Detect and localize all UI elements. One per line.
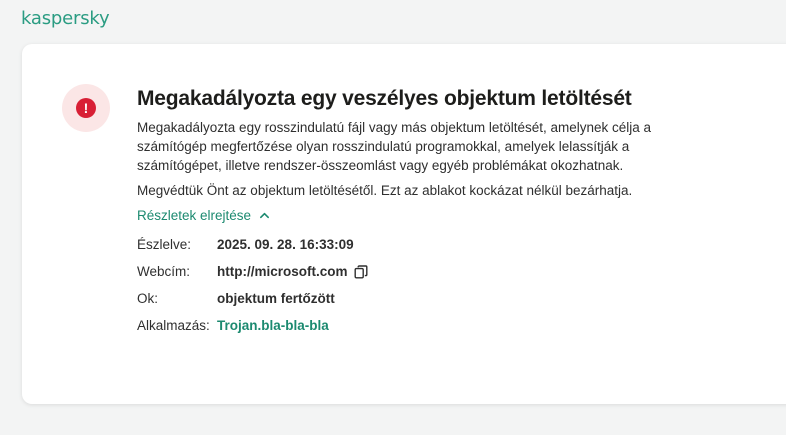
reason-row: Ok: objektum fertőzött	[137, 285, 697, 312]
url-label: Webcím:	[137, 264, 191, 279]
hide-details-label: Részletek elrejtése	[137, 208, 252, 223]
detected-row: Észlelve: 2025. 09. 28. 16:33:09	[137, 231, 697, 258]
application-label: Alkalmazás:	[137, 318, 210, 333]
chevron-up-icon	[260, 212, 270, 219]
alert-content: Megakadályozta egy veszélyes objektum le…	[137, 86, 697, 339]
kaspersky-logo: kaspersky	[21, 8, 110, 29]
alert-description: Megakadályozta egy rosszindulatú fájl va…	[137, 120, 652, 173]
reason-label: Ok:	[137, 291, 159, 306]
reason-value: objektum fertőzött	[217, 291, 335, 306]
alert-title: Megakadályozta egy veszélyes objektum le…	[137, 87, 632, 110]
details-list: Észlelve: 2025. 09. 28. 16:33:09 Webcím:…	[137, 231, 697, 339]
url-row: Webcím: http://microsoft.com	[137, 258, 697, 285]
application-link[interactable]: Trojan.bla-bla-bla	[217, 318, 329, 333]
detected-value: 2025. 09. 28. 16:33:09	[217, 237, 354, 252]
application-row: Alkalmazás: Trojan.bla-bla-bla	[137, 312, 697, 339]
protected-message: Megvédtük Önt az objektum letöltésétől. …	[137, 183, 633, 198]
detected-label: Észlelve:	[137, 237, 192, 252]
alert-card: ! Megakadályozta egy veszélyes objektum …	[22, 44, 786, 404]
exclamation-icon: !	[76, 98, 96, 118]
copy-icon[interactable]	[354, 264, 368, 279]
hide-details-toggle[interactable]: Részletek elrejtése	[137, 206, 270, 225]
alert-icon-container: !	[62, 84, 110, 132]
url-value: http://microsoft.com	[217, 264, 348, 279]
